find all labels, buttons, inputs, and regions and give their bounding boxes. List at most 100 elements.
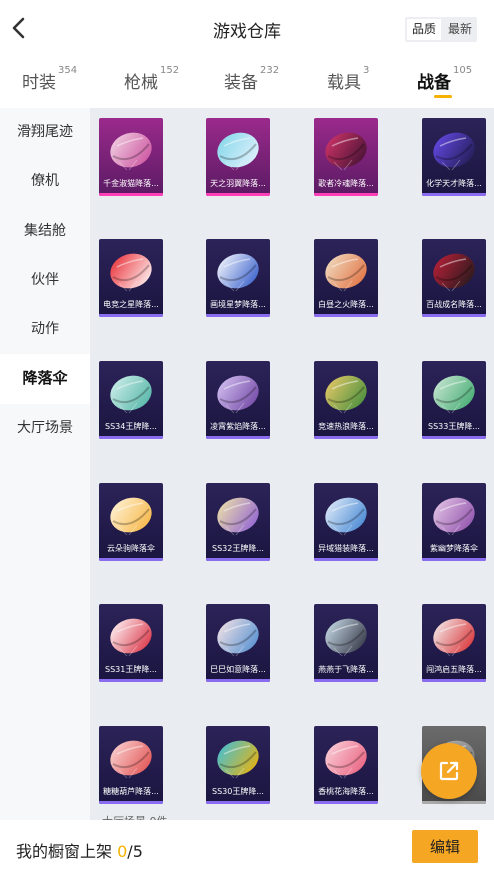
- sidebar-item-glide-trail[interactable]: 滑翔尾迹: [0, 108, 90, 157]
- parachute-icon: [433, 132, 475, 171]
- rarity-strip: [422, 679, 486, 682]
- share-fab-button[interactable]: [421, 743, 477, 799]
- subcategory-sidebar: 滑翔尾迹 僚机 集结舱 伙伴 动作 降落伞 大厅场景: [0, 108, 90, 820]
- parachute-icon: [217, 618, 259, 657]
- item-name: 异域猎装降落...: [318, 544, 374, 553]
- item-card-frame: 百战成名降落...: [422, 239, 486, 317]
- item-card-frame: 凌霄紫焰降落...: [206, 361, 270, 439]
- parachute-item-card[interactable]: 闯鸿启五降落...: [422, 604, 486, 682]
- sort-toggle[interactable]: 品质 最新: [405, 17, 477, 42]
- item-card-frame: 香桃花海降落...: [314, 726, 378, 804]
- rarity-strip: [99, 314, 163, 317]
- tab-vehicles[interactable]: 载具3: [327, 65, 369, 93]
- parachute-icon: [217, 253, 259, 292]
- parachute-item-card[interactable]: 电竞之星降落...: [99, 239, 163, 317]
- parachute-item-card[interactable]: 紫幽梦降落伞: [422, 483, 486, 561]
- tab-label: 装备: [224, 73, 258, 93]
- tab-label: 时装: [22, 73, 56, 93]
- item-name: SS33王牌降...: [428, 422, 480, 431]
- item-card-frame: SS32王牌降...: [206, 483, 270, 561]
- item-name: SS31王牌降...: [105, 665, 157, 674]
- parachute-item-card[interactable]: 化学天才降落...: [422, 118, 486, 196]
- parachute-icon: [217, 375, 259, 414]
- parachute-item-card[interactable]: 歌者冷魂降落...: [314, 118, 378, 196]
- rarity-strip: [206, 558, 270, 561]
- parachute-item-card[interactable]: SS33王牌降...: [422, 361, 486, 439]
- parachute-item-card[interactable]: 香桃花海降落...: [314, 726, 378, 804]
- item-card-frame: 闯鸿启五降落...: [422, 604, 486, 682]
- parachute-item-card[interactable]: 千金淑猫降落...: [99, 118, 163, 196]
- item-card-frame: SS30王牌降...: [206, 726, 270, 804]
- parachute-item-card[interactable]: 天之羽翼降落...: [206, 118, 270, 196]
- item-name: SS34王牌降...: [105, 422, 157, 431]
- tab-label: 战备: [417, 73, 451, 93]
- parachute-item-card[interactable]: 白昼之火降落...: [314, 239, 378, 317]
- rarity-strip: [99, 558, 163, 561]
- item-name: 紫幽梦降落伞: [430, 544, 478, 553]
- parachute-item-card[interactable]: 异域猎装降落...: [314, 483, 378, 561]
- item-grid: 千金淑猫降落... 天之羽翼降落... 歌者冷魂降落... 化学天才降落... 电竞之星…: [90, 108, 494, 820]
- showcase-status: 我的橱窗上架 0/5: [16, 838, 143, 862]
- sidebar-item-assembly-pod[interactable]: 集结舱: [0, 207, 90, 256]
- item-card-frame: 化学天才降落...: [422, 118, 486, 196]
- sidebar-item-emote[interactable]: 动作: [0, 305, 90, 354]
- item-name: 香桃花海降落...: [318, 787, 374, 796]
- parachute-icon: [110, 618, 152, 657]
- rarity-strip: [206, 801, 270, 804]
- sidebar-item-companion[interactable]: 伙伴: [0, 256, 90, 305]
- parachute-icon: [110, 497, 152, 536]
- parachute-icon: [217, 497, 259, 536]
- parachute-item-card[interactable]: 糖糖葫芦降落...: [99, 726, 163, 804]
- parachute-item-card[interactable]: SS34王牌降...: [99, 361, 163, 439]
- tab-weapons[interactable]: 枪械152: [124, 65, 180, 93]
- parachute-icon: [325, 740, 367, 779]
- rarity-strip: [314, 558, 378, 561]
- edit-button[interactable]: 编辑: [412, 830, 478, 863]
- item-name: 燕燕于飞降落...: [318, 665, 374, 674]
- sort-option-newest[interactable]: 最新: [443, 17, 477, 42]
- parachute-icon: [325, 253, 367, 292]
- tab-count: 152: [160, 65, 180, 76]
- category-tabs: 时装354 枪械152 装备232 载具3 战备105: [0, 58, 494, 108]
- item-name: 闯鸿启五降落...: [426, 665, 482, 674]
- parachute-item-card[interactable]: SS30王牌降...: [206, 726, 270, 804]
- parachute-icon: [110, 253, 152, 292]
- rarity-strip: [206, 679, 270, 682]
- tab-combat-gear[interactable]: 战备105: [417, 65, 472, 93]
- sidebar-item-lobby-scene[interactable]: 大厅场景: [0, 404, 90, 453]
- rarity-strip: [422, 314, 486, 317]
- tab-label: 载具: [327, 73, 361, 93]
- sidebar-item-wingman[interactable]: 僚机: [0, 157, 90, 206]
- rarity-strip: [314, 193, 378, 196]
- rarity-strip: [422, 801, 486, 804]
- top-bar: 游戏仓库 品质 最新: [0, 0, 494, 58]
- tab-count: 354: [58, 65, 78, 76]
- showcase-label: 我的橱窗上架: [16, 842, 113, 861]
- parachute-item-card[interactable]: 巳巳如意降落...: [206, 604, 270, 682]
- parachute-item-card[interactable]: SS31王牌降...: [99, 604, 163, 682]
- parachute-item-card[interactable]: 画境星梦降落...: [206, 239, 270, 317]
- parachute-icon: [110, 375, 152, 414]
- item-card-frame: 千金淑猫降落...: [99, 118, 163, 196]
- item-name: 天之羽翼降落...: [210, 179, 266, 188]
- sort-option-quality[interactable]: 品质: [407, 19, 441, 40]
- tab-fashion[interactable]: 时装354: [22, 65, 78, 93]
- item-card-frame: 糖糖葫芦降落...: [99, 726, 163, 804]
- parachute-item-card[interactable]: 百战成名降落...: [422, 239, 486, 317]
- parachute-icon: [110, 740, 152, 779]
- parachute-icon: [325, 132, 367, 171]
- tab-equipment[interactable]: 装备232: [224, 65, 279, 93]
- item-card-frame: SS33王牌降...: [422, 361, 486, 439]
- rarity-strip: [206, 314, 270, 317]
- parachute-item-card[interactable]: SS32王牌降...: [206, 483, 270, 561]
- parachute-item-card[interactable]: 凌霄紫焰降落...: [206, 361, 270, 439]
- sidebar-item-parachute[interactable]: 降落伞: [0, 354, 90, 404]
- parachute-item-card[interactable]: 竞速热浪降落...: [314, 361, 378, 439]
- item-name: SS30王牌降...: [212, 787, 264, 796]
- bottom-bar: 我的橱窗上架 0/5 编辑: [0, 820, 494, 875]
- item-card-frame: 云朵驹降落伞: [99, 483, 163, 561]
- parachute-item-card[interactable]: 云朵驹降落伞: [99, 483, 163, 561]
- parachute-item-card[interactable]: 燕燕于飞降落...: [314, 604, 378, 682]
- parachute-icon: [110, 132, 152, 171]
- item-name: 化学天才降落...: [426, 179, 482, 188]
